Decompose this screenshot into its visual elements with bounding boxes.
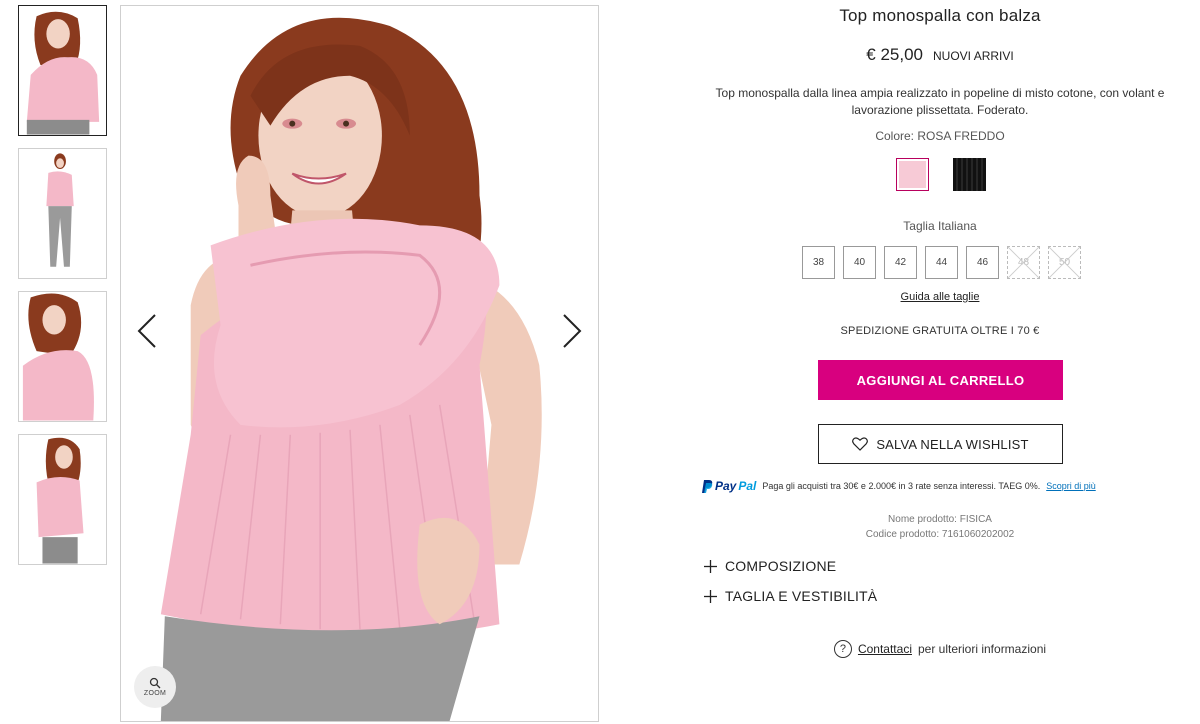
thumbnail-image xyxy=(19,435,106,564)
product-photo xyxy=(121,6,598,721)
main-product-image[interactable]: ZOOM xyxy=(120,5,599,722)
color-swatch-rosa-freddo[interactable] xyxy=(896,158,929,191)
magnifier-icon xyxy=(149,677,161,689)
size-label: Taglia Italiana xyxy=(903,219,977,233)
product-title: Top monospalla con balza xyxy=(839,6,1041,25)
paypal-icon xyxy=(702,479,713,493)
thumbnail-image xyxy=(19,6,106,135)
product-code: Codice prodotto: 7161060202002 xyxy=(865,529,1015,540)
plus-icon xyxy=(704,559,717,573)
plus-icon xyxy=(704,589,717,603)
accordion-label: COMPOSIZIONE xyxy=(725,558,837,574)
size-option[interactable]: 44 xyxy=(925,246,958,279)
add-to-cart-button[interactable]: AGGIUNGI AL CARRELLO xyxy=(818,360,1063,400)
product-meta: Nome prodotto: FISICA Codice prodotto: 7… xyxy=(690,512,1190,542)
size-selector: 38 40 42 44 46 48 50 xyxy=(802,246,1081,279)
paypal-logo: Pay Pal xyxy=(702,479,756,493)
wishlist-button[interactable]: SALVA NELLA WISHLIST xyxy=(818,424,1063,464)
size-option[interactable]: 38 xyxy=(802,246,835,279)
thumbnail-3[interactable] xyxy=(18,291,107,422)
accordion-composizione[interactable]: COMPOSIZIONE xyxy=(704,558,836,574)
color-label: Colore: ROSA FREDDO xyxy=(875,129,1005,143)
price-row: € 25,00 NUOVI ARRIVI xyxy=(690,45,1190,65)
size-option[interactable]: 46 xyxy=(966,246,999,279)
accordion-taglia-vestibilita[interactable]: TAGLIA E VESTIBILITÀ xyxy=(704,588,877,604)
next-image-arrow-icon[interactable] xyxy=(560,311,584,351)
size-option[interactable]: 42 xyxy=(884,246,917,279)
product-name: Nome prodotto: FISICA xyxy=(888,514,992,525)
unavailable-cross-icon xyxy=(1049,247,1080,278)
thumbnail-1[interactable] xyxy=(18,5,107,136)
thumbnail-list xyxy=(18,5,107,577)
thumbnail-4[interactable] xyxy=(18,434,107,565)
product-description: Top monospalla dalla linea ampia realizz… xyxy=(715,86,1165,117)
color-swatch-nero[interactable] xyxy=(953,158,986,191)
size-option-unavailable[interactable]: 48 xyxy=(1007,246,1040,279)
size-guide-link[interactable]: Guida alle taglie xyxy=(690,291,1190,303)
previous-image-arrow-icon[interactable] xyxy=(135,311,159,351)
size-option-unavailable[interactable]: 50 xyxy=(1048,246,1081,279)
color-swatches xyxy=(896,158,986,191)
zoom-label: ZOOM xyxy=(143,690,167,697)
paypal-info: Pay Pal Paga gli acquisti tra 30€ e 2.000… xyxy=(702,479,1182,493)
heart-icon xyxy=(852,437,869,451)
thumbnail-image xyxy=(19,292,106,421)
size-option[interactable]: 40 xyxy=(843,246,876,279)
product-price: € 25,00 xyxy=(866,45,924,64)
contact-text: per ulteriori informazioni xyxy=(917,642,1047,656)
accordion-label: TAGLIA E VESTIBILITÀ xyxy=(725,588,878,604)
thumbnail-2[interactable] xyxy=(18,148,107,279)
new-arrivals-badge: NUOVI ARRIVI xyxy=(933,49,1014,63)
contact-row: ? Contattaci per ulteriori informazioni xyxy=(690,640,1190,658)
shipping-info: SPEDIZIONE GRATUITA OLTRE I 70 € xyxy=(840,325,1040,337)
contact-link[interactable]: Contattaci xyxy=(858,642,912,656)
question-icon: ? xyxy=(833,640,852,658)
thumbnail-image xyxy=(19,149,106,278)
paypal-text: Paga gli acquisti tra 30€ e 2.000€ in 3 … xyxy=(762,481,1041,491)
unavailable-cross-icon xyxy=(1008,247,1039,278)
wishlist-label: SALVA NELLA WISHLIST xyxy=(876,436,1029,452)
zoom-button[interactable]: ZOOM xyxy=(134,666,176,708)
paypal-learn-more-link[interactable]: Scopri di più xyxy=(1046,481,1096,491)
